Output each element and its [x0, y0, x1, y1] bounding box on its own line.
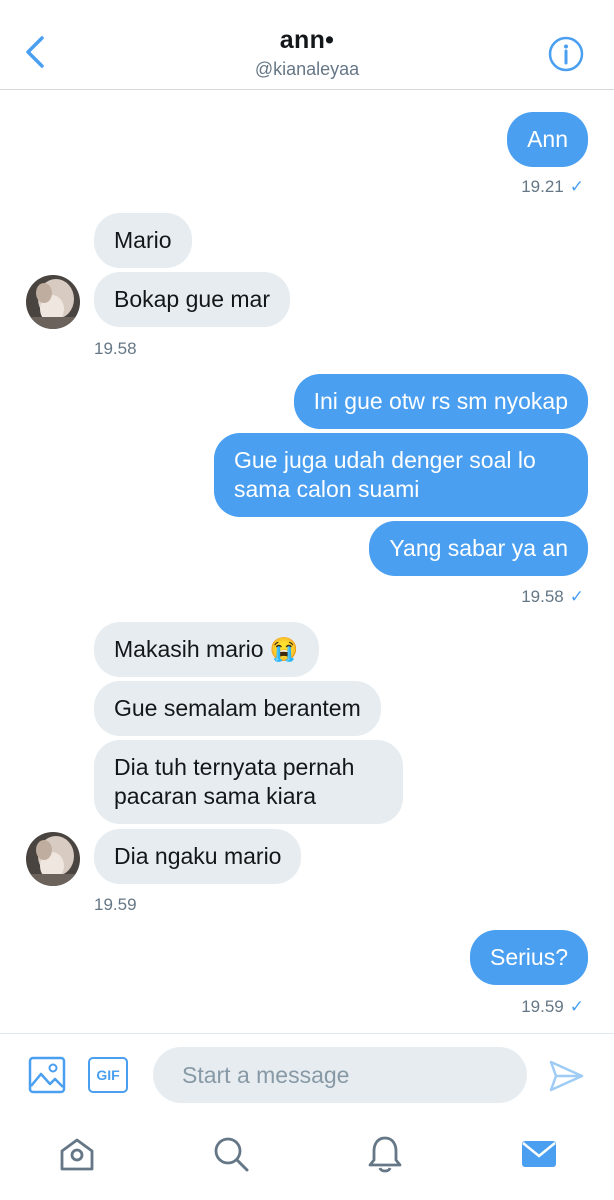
notifications-icon[interactable]	[365, 1134, 405, 1174]
send-icon[interactable]	[548, 1058, 584, 1094]
read-check-icon: ✓	[569, 587, 584, 606]
message-timestamp: 19.21 ✓	[521, 177, 584, 197]
conversation-title: ann•	[279, 26, 335, 54]
message-bubble-outgoing[interactable]: Yang sabar ya an	[369, 521, 588, 576]
message-bubble-incoming[interactable]: Dia ngaku mario	[94, 829, 302, 884]
search-icon[interactable]	[211, 1134, 251, 1174]
image-icon[interactable]	[28, 1056, 66, 1094]
message-bubble-incoming[interactable]: Gue semalam berantem	[94, 681, 381, 736]
read-check-icon: ✓	[569, 997, 584, 1016]
info-icon[interactable]	[548, 36, 584, 72]
avatar-photo	[26, 275, 80, 329]
conversation-header: ann• @kianaleyaa	[0, 0, 614, 90]
message-input[interactable]	[153, 1047, 527, 1103]
message-bubble-incoming[interactable]: Makasih mario 😭	[94, 622, 319, 677]
conversation-title-block[interactable]: ann• @kianaleyaa	[0, 26, 614, 80]
bottom-tab-bar	[0, 1118, 614, 1200]
home-icon[interactable]	[57, 1134, 97, 1174]
message-composer: GIF	[0, 1033, 614, 1115]
timestamp-text: 19.21	[521, 177, 564, 196]
gif-button[interactable]: GIF	[88, 1057, 128, 1093]
avatar-photo	[26, 832, 80, 886]
message-bubble-outgoing[interactable]: Gue juga udah denger soal lo sama calon …	[214, 433, 588, 517]
message-timestamp: 19.58 ✓	[521, 587, 584, 607]
avatar[interactable]	[26, 832, 80, 886]
message-bubble-outgoing[interactable]: Ann	[507, 112, 588, 167]
message-timestamp: 19.59	[94, 895, 137, 914]
read-check-icon: ✓	[569, 177, 584, 196]
messages-icon[interactable]	[519, 1134, 559, 1174]
message-bubble-incoming[interactable]: Dia tuh ternyata pernah pacaran sama kia…	[94, 740, 403, 824]
avatar[interactable]	[26, 275, 80, 329]
timestamp-text: 19.59	[521, 997, 564, 1016]
message-bubble-outgoing[interactable]: Ini gue otw rs sm nyokap	[293, 374, 588, 429]
message-bubble-incoming[interactable]: Mario	[94, 213, 192, 268]
message-timestamp: 19.58	[94, 339, 137, 358]
conversation-handle: @kianaleyaa	[254, 59, 360, 79]
message-bubble-outgoing[interactable]: Serius?	[470, 930, 588, 985]
message-bubble-incoming[interactable]: Bokap gue mar	[94, 272, 290, 327]
message-timestamp: 19.59 ✓	[521, 997, 584, 1017]
timestamp-text: 19.58	[521, 587, 564, 606]
